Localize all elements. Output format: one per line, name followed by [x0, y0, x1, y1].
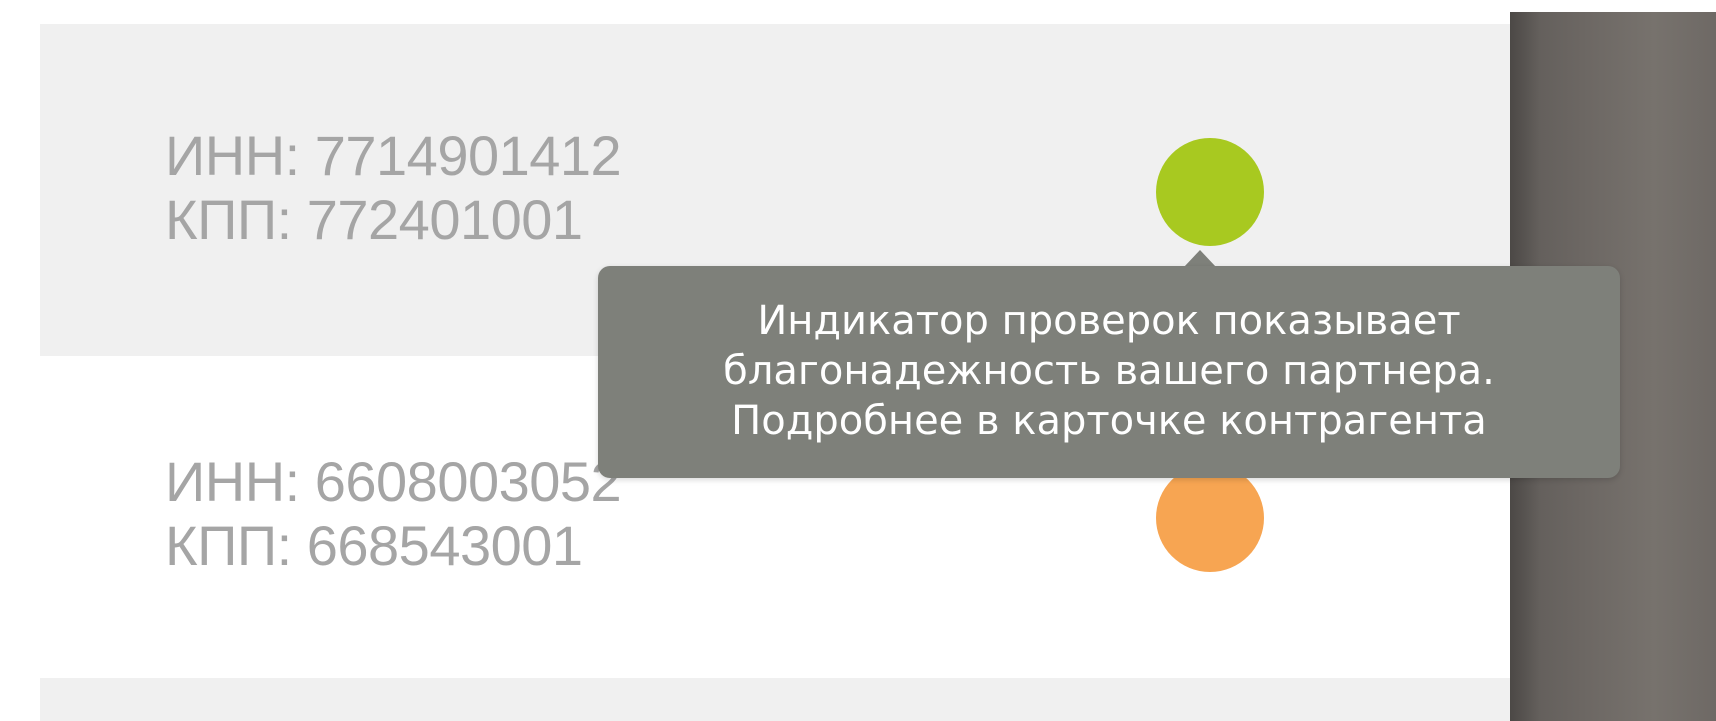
- reliability-tooltip: Индикатор проверок показывает благонадеж…: [598, 266, 1620, 478]
- kpp-text: КПП: 668543001: [165, 514, 583, 577]
- company-ids: ИНН: 7714901412 КПП: 772401001: [165, 124, 622, 252]
- tooltip-line: Подробнее в карточке контрагента: [731, 398, 1487, 444]
- reliability-indicator[interactable]: [1156, 464, 1264, 572]
- inn-text: ИНН: 7714901412: [165, 124, 622, 187]
- tooltip-arrow: [1184, 250, 1216, 267]
- partners-list-viewport: ИНН: 7714901412 КПП: 772401001 ИНН: 6608…: [0, 0, 1716, 721]
- tooltip-line: Индикатор проверок показывает: [757, 298, 1461, 344]
- tooltip-line: благонадежность вашего партнера.: [723, 348, 1495, 394]
- list-item[interactable]: [40, 678, 1510, 721]
- reliability-indicator[interactable]: [1156, 138, 1264, 246]
- inn-text: ИНН: 6608003052: [165, 450, 622, 513]
- kpp-text: КПП: 772401001: [165, 188, 583, 251]
- company-ids: ИНН: 6608003052 КПП: 668543001: [165, 450, 622, 578]
